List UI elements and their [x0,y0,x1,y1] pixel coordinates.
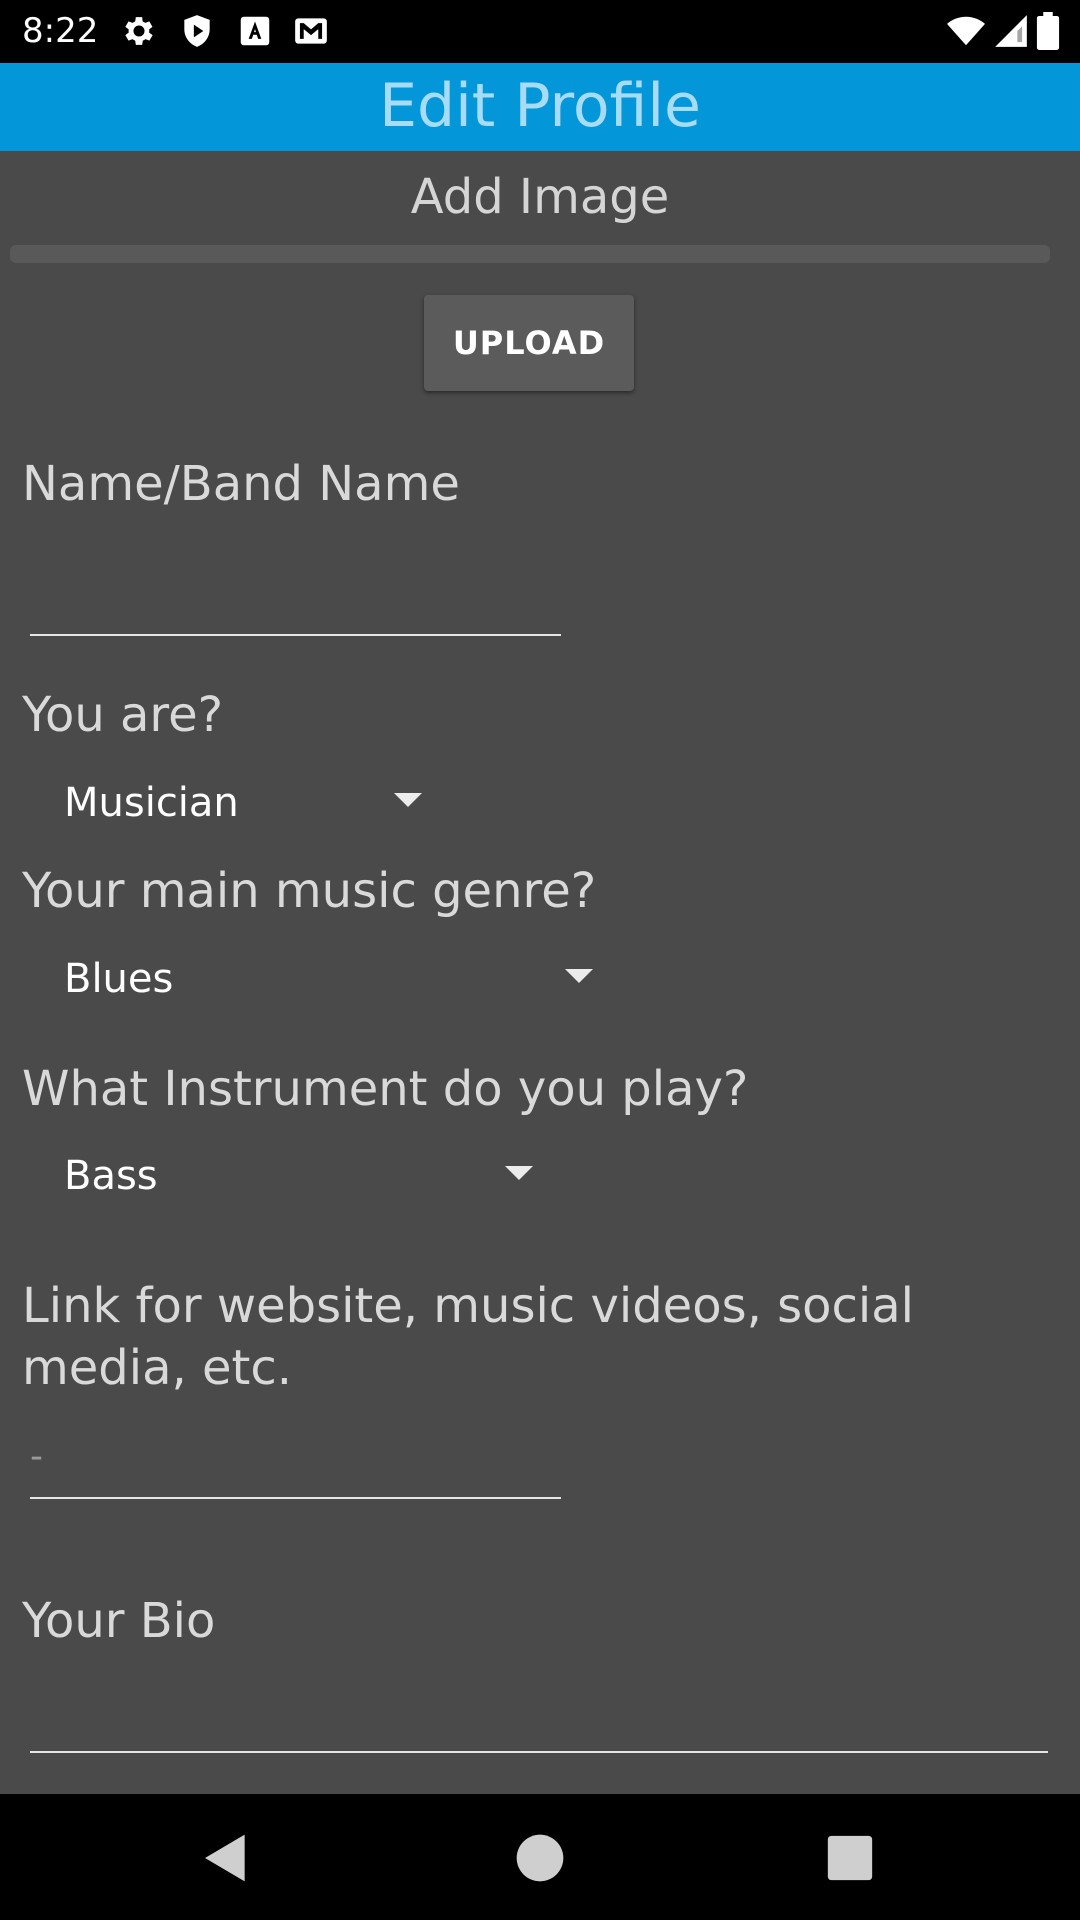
name-input-underline [30,634,561,636]
add-image-label: Add Image [410,169,670,225]
home-icon[interactable] [512,1830,568,1886]
chevron-down-icon [505,1166,533,1180]
profile-form: Add Image UPLOAD Name/Band Name You are?… [0,151,1080,1794]
you-are-dropdown[interactable]: Musician [64,771,424,835]
instrument-selected-value: Bass [64,1153,158,1199]
you-are-selected-value: Musician [64,780,239,826]
link-input-underline [30,1497,561,1499]
chevron-down-icon [565,969,593,983]
gear-icon [120,12,158,50]
bio-input[interactable] [30,1675,1048,1745]
image-preview-placeholder [10,245,1050,263]
bio-label: Your Bio [22,1593,216,1649]
link-input[interactable] [30,1421,560,1491]
shield-play-icon [178,12,216,50]
cell-signal-icon [992,12,1030,50]
link-label: Link for website, music videos, social m… [22,1278,914,1396]
navigation-bar [0,1794,1080,1920]
genre-selected-value: Blues [64,956,174,1002]
name-input[interactable] [30,557,560,627]
instrument-dropdown[interactable]: Bass [64,1144,534,1208]
back-icon[interactable] [198,1830,254,1886]
genre-dropdown[interactable]: Blues [64,947,594,1011]
status-bar: 8:22 [0,0,1080,63]
status-time: 8:22 [22,11,99,51]
battery-icon [1034,12,1062,50]
name-label: Name/Band Name [22,456,460,512]
font-a-icon [236,12,274,50]
app-bar: Edit Profile [0,63,1080,151]
wifi-icon [944,12,988,50]
recents-icon[interactable] [822,1830,878,1886]
upload-button[interactable]: UPLOAD [424,295,634,391]
bio-input-underline [30,1751,1048,1753]
you-are-label: You are? [22,687,224,743]
chevron-down-icon [394,793,422,807]
gmail-icon [292,12,330,50]
instrument-label: What Instrument do you play? [22,1061,749,1117]
page-title: Edit Profile [379,71,701,141]
genre-label: Your main music genre? [22,863,597,919]
